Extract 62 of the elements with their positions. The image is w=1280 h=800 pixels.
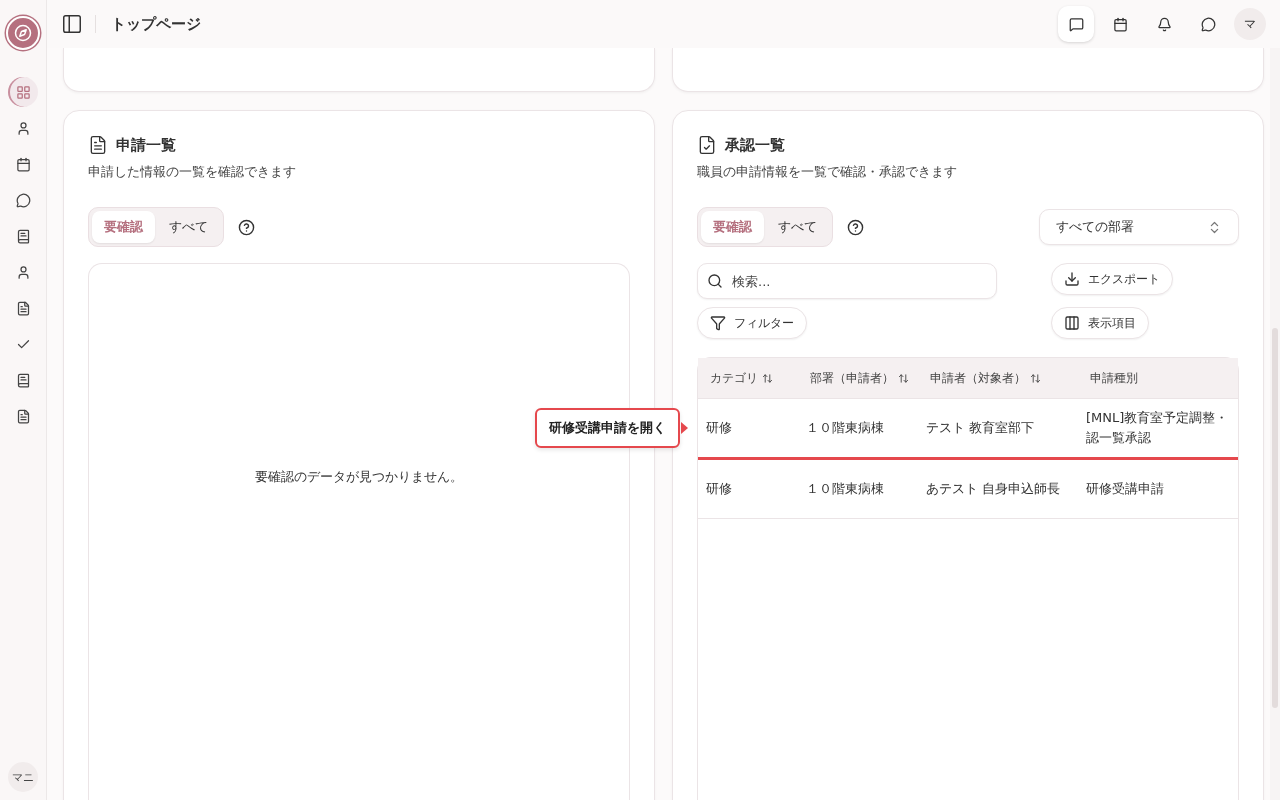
dashboard-icon	[15, 84, 31, 100]
sort-icon	[1030, 372, 1041, 384]
chat-icon	[1200, 16, 1216, 32]
help-icon[interactable]	[238, 218, 255, 236]
document-icon	[88, 135, 108, 155]
download-icon	[1064, 271, 1080, 287]
tooltip-pointer-icon	[681, 422, 688, 434]
chat-icon	[15, 192, 31, 208]
filter-icon	[710, 315, 726, 331]
page-title: トップページ	[95, 15, 201, 33]
table-cell-text: あテスト 自身申込師長	[925, 480, 1062, 498]
tab[interactable]: すべて	[766, 211, 829, 243]
user-avatar[interactable]: マニ	[8, 762, 38, 792]
user-icon	[15, 264, 31, 280]
tab[interactable]: すべて	[157, 211, 220, 243]
table-cell-text: １０階東病棟	[805, 480, 885, 498]
user-avatar[interactable]: マ	[1234, 8, 1266, 40]
document-icon	[15, 300, 31, 316]
filter-button[interactable]: フィルター	[697, 307, 807, 339]
app-logo[interactable]	[6, 16, 40, 50]
cell-text-line: [MNL]教育室予定調整・	[1086, 409, 1230, 427]
bell-icon	[1156, 16, 1172, 32]
department-select[interactable]: すべての部署	[1039, 209, 1239, 245]
user-icon	[15, 120, 31, 136]
column-header[interactable]: 申請者（対象者）	[918, 369, 1078, 387]
empty-message: 要確認のデータが見つかりません。	[255, 467, 463, 486]
columns-button[interactable]: 表示項目	[1051, 307, 1149, 339]
table-cell-text: １０階東病棟	[805, 419, 885, 437]
document-icon	[15, 408, 31, 424]
card-title: 承認一覧	[725, 135, 785, 155]
search-icon	[707, 273, 723, 289]
cell-text-line: 認一覧承認	[1086, 429, 1152, 447]
help-icon[interactable]	[847, 218, 864, 236]
notebook-icon	[15, 372, 31, 388]
table-cell-text: 研修	[705, 419, 733, 437]
tooltip: 研修受講申請を開く	[535, 408, 680, 448]
card-title: 申請一覧	[116, 135, 176, 155]
message-icon	[1068, 16, 1084, 32]
calendar-icon	[15, 156, 31, 172]
table-cell-text: 研修	[705, 480, 733, 498]
notebook-icon	[15, 228, 31, 244]
tab[interactable]: 要確認	[92, 211, 155, 243]
column-header[interactable]: 部署（申請者）	[798, 369, 918, 387]
column-header[interactable]: カテゴリ	[698, 369, 798, 387]
table-cell-text: テスト 教育室部下	[925, 419, 1036, 437]
card-description: 職員の申請情報を一覧で確認・承認できます	[697, 163, 958, 181]
calendar-icon	[1112, 16, 1128, 32]
sort-icon	[762, 372, 773, 384]
sidebar-toggle-icon[interactable]	[61, 13, 83, 35]
header-button[interactable]	[1058, 6, 1094, 42]
compass-icon	[14, 24, 32, 42]
document-check-icon	[697, 135, 717, 155]
tab[interactable]: 要確認	[701, 211, 764, 243]
columns-icon	[1064, 315, 1080, 331]
table-row[interactable]: 研修 １０階東病棟 あテスト 自身申込師長 研修受講申請	[698, 460, 1238, 519]
scrollbar[interactable]	[1270, 48, 1280, 800]
table-cell-text: 研修受講申請	[1085, 480, 1165, 498]
search-field[interactable]: 検索...	[697, 263, 997, 299]
card-description: 申請した情報の一覧を確認できます	[88, 163, 297, 181]
sort-icon	[898, 372, 909, 384]
column-header: 申請種別	[1089, 369, 1139, 387]
export-button[interactable]: エクスポート	[1051, 263, 1173, 295]
